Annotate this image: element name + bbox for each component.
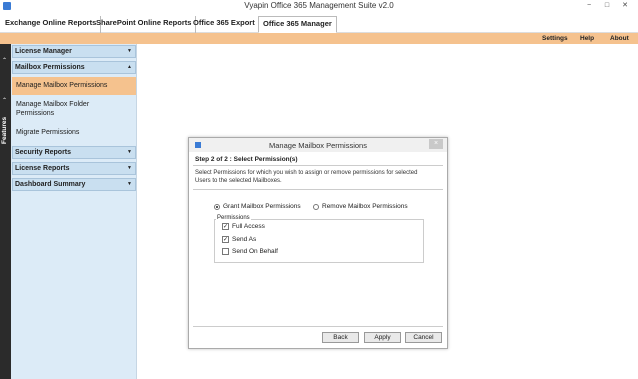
send-as-checkbox[interactable]: ✓: [222, 236, 229, 243]
send-on-behalf-label: Send On Behalf: [232, 248, 278, 255]
window-titlebar: Vyapin Office 365 Management Suite v2.0 …: [0, 0, 638, 12]
maximize-icon[interactable]: □: [598, 0, 616, 12]
sidebar-section-mailbox-permissions[interactable]: Mailbox Permissions ▲: [12, 61, 136, 74]
manage-mailbox-permissions-dialog: Manage Mailbox Permissions × Step 2 of 2…: [188, 137, 448, 349]
dialog-title: Manage Mailbox Permissions: [269, 141, 367, 150]
tab-sharepoint-online-reports[interactable]: SharePoint Online Reports: [92, 16, 197, 33]
remove-radio-option[interactable]: Remove Mailbox Permissions: [313, 203, 408, 210]
cancel-button[interactable]: Cancel: [405, 332, 442, 343]
window-controls: − □ ✕: [580, 0, 634, 12]
divider: [193, 165, 443, 166]
main-tabbar: Exchange Online Reports SharePoint Onlin…: [0, 12, 638, 33]
section-label: License Manager: [15, 48, 72, 55]
divider: [193, 326, 443, 327]
full-access-checkbox[interactable]: ✓: [222, 223, 229, 230]
permissions-legend: Permissions: [216, 215, 251, 221]
divider: [193, 189, 443, 190]
section-label: Mailbox Permissions: [15, 64, 85, 71]
section-label: Dashboard Summary: [15, 181, 86, 188]
item-label-line2: Permissions: [16, 110, 55, 117]
grant-radio[interactable]: [214, 203, 220, 210]
sidebar-item-manage-mailbox-permissions[interactable]: Manage Mailbox Permissions: [12, 77, 136, 95]
remove-radio[interactable]: [313, 203, 319, 210]
settings-link[interactable]: Settings: [542, 35, 568, 42]
desc-line1: Select Permissions for which you wish to…: [195, 170, 418, 176]
step-heading: Step 2 of 2 : Select Permission(s): [195, 156, 298, 163]
send-on-behalf-option[interactable]: Send On Behalf: [222, 248, 278, 255]
chevron-up-icon[interactable]: ⌃: [2, 57, 7, 64]
section-label: Security Reports: [15, 149, 72, 156]
remove-label: Remove Mailbox Permissions: [322, 203, 408, 210]
sidebar-item-manage-mailbox-folder-permissions[interactable]: Manage Mailbox Folder Permissions: [12, 100, 136, 118]
step-description: Select Permissions for which you wish to…: [195, 169, 435, 185]
desc-line2: Users to the selected Mailboxes.: [195, 178, 282, 184]
sidebar-section-license-reports[interactable]: License Reports ▼: [12, 162, 136, 175]
caret-down-icon: ▼: [127, 149, 132, 155]
full-access-option[interactable]: ✓ Full Access: [222, 223, 265, 230]
send-on-behalf-checkbox[interactable]: [222, 248, 229, 255]
caret-down-icon: ▼: [127, 181, 132, 187]
caret-up-icon: ▲: [127, 64, 132, 70]
sidebar-section-dashboard-summary[interactable]: Dashboard Summary ▼: [12, 178, 136, 191]
tab-office-365-manager[interactable]: Office 365 Manager: [258, 16, 337, 33]
about-link[interactable]: About: [610, 35, 629, 42]
caret-down-icon: ▼: [127, 165, 132, 171]
tab-exchange-online-reports[interactable]: Exchange Online Reports: [1, 16, 102, 33]
item-label-line1: Manage Mailbox Folder: [16, 101, 90, 108]
send-as-label: Send As: [232, 236, 257, 243]
dialog-titlebar: Manage Mailbox Permissions ×: [189, 138, 447, 152]
back-button[interactable]: Back: [322, 332, 359, 343]
apply-button[interactable]: Apply: [364, 332, 401, 343]
window-title: Vyapin Office 365 Management Suite v2.0: [244, 1, 394, 10]
grant-radio-option[interactable]: Grant Mailbox Permissions: [214, 203, 301, 210]
send-as-option[interactable]: ✓ Send As: [222, 236, 256, 243]
features-label: Features: [1, 116, 8, 144]
sidebar-section-license-manager[interactable]: License Manager ▼: [12, 45, 136, 58]
sidebar: License Manager ▼ Mailbox Permissions ▲ …: [11, 44, 137, 379]
help-link[interactable]: Help: [580, 35, 594, 42]
features-strip[interactable]: ⌃ ⌃ Features: [0, 44, 11, 379]
grant-label: Grant Mailbox Permissions: [223, 203, 301, 210]
chevron-up-icon[interactable]: ⌃: [2, 97, 7, 104]
top-links-bar: Settings Help About: [0, 33, 638, 44]
caret-down-icon: ▼: [127, 48, 132, 54]
sidebar-section-security-reports[interactable]: Security Reports ▼: [12, 146, 136, 159]
minimize-icon[interactable]: −: [580, 0, 598, 12]
tab-office-365-export[interactable]: Office 365 Export: [189, 16, 259, 33]
full-access-label: Full Access: [232, 223, 265, 230]
sidebar-item-migrate-permissions[interactable]: Migrate Permissions: [12, 129, 136, 136]
section-label: License Reports: [15, 165, 70, 172]
close-icon[interactable]: ✕: [616, 0, 634, 12]
dialog-close-button[interactable]: ×: [429, 139, 443, 149]
